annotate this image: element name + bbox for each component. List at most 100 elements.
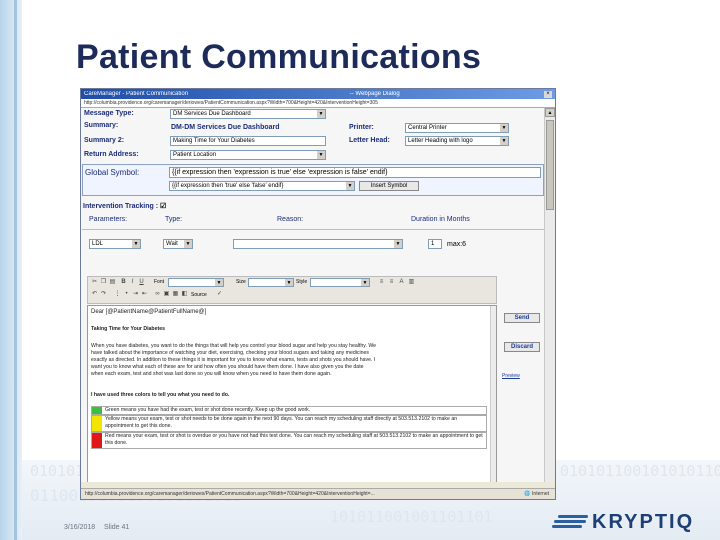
letter-body-line: When you have diabetes, you want to do t… [91, 343, 377, 349]
duration-input[interactable]: 1 [428, 239, 442, 249]
align-center-icon[interactable]: ≡ [388, 279, 395, 286]
reason-label: Reason: [277, 216, 304, 223]
parameters-select[interactable]: LDL [89, 239, 141, 249]
left-bar-stripe [14, 0, 17, 540]
dialog-title: CareManager - Patient Communication -- W… [84, 91, 400, 97]
global-symbol-panel: Global Symbol: {{if expression then 'exp… [82, 164, 544, 196]
duration-max: max:6 [447, 241, 467, 248]
return-address-select[interactable]: Patient Location [170, 150, 326, 160]
copy-icon[interactable]: ❐ [100, 279, 107, 286]
insert-symbol-button[interactable]: Insert Symbol [359, 181, 419, 191]
style-label: Style [296, 279, 308, 285]
legend-swatch [92, 407, 102, 414]
letter-editor[interactable]: Dear [@PatientName@PatientFullName@] Tak… [87, 305, 497, 482]
indent-icon[interactable]: ⇥ [132, 291, 139, 298]
legend-row-red: Red means your exam, test or shot is ove… [91, 432, 487, 449]
status-bar: http://columbia.providence.org/caremanag… [81, 488, 555, 499]
printer-label: Printer: [349, 124, 374, 131]
legend-swatch [92, 433, 102, 448]
underline-icon[interactable]: U [138, 279, 145, 286]
table-icon[interactable]: ▦ [172, 291, 179, 298]
slide-number: Slide 41 [104, 524, 130, 531]
summary2-input[interactable]: Making Time for Your Diabetes [170, 136, 326, 146]
message-type-label: Message Type: [84, 110, 134, 117]
discard-button[interactable]: Discard [504, 342, 540, 352]
binary-decoration: 101011001001101101 [330, 508, 493, 526]
binary-decoration: 01010110010101011011 [560, 462, 720, 480]
slide-date: 3/16/2018 [64, 524, 96, 531]
intervention-checkbox[interactable]: ☑ [160, 203, 166, 210]
type-select[interactable]: Wait [163, 239, 193, 249]
dialog-titlebar[interactable]: CareManager - Patient Communication -- W… [81, 89, 555, 99]
highlight-icon[interactable]: ▥ [408, 279, 415, 286]
status-zone-label: Internet [532, 491, 549, 497]
bullet-list-icon[interactable]: • [123, 291, 130, 298]
align-left-icon[interactable]: ≡ [378, 279, 385, 286]
summary-label: Summary: [84, 122, 119, 129]
section-divider [82, 229, 544, 230]
letter-colors-intro: I have used three colors to tell you wha… [91, 392, 230, 398]
return-address-label: Return Address: [84, 151, 139, 158]
global-symbol-expression[interactable]: {{if expression then 'expression is true… [169, 167, 541, 178]
letter-greeting: Dear [@PatientName@PatientFullName@] [91, 309, 207, 315]
send-button[interactable]: Send [504, 313, 540, 323]
parameters-label: Parameters: [89, 216, 128, 223]
letter-body-line: want you to know what each of these are … [91, 364, 364, 370]
legend-swatch [92, 416, 102, 431]
close-icon[interactable]: × [544, 90, 552, 98]
size-select[interactable] [248, 278, 294, 287]
italic-icon[interactable]: I [129, 279, 136, 286]
reason-select[interactable] [233, 239, 403, 249]
numbered-list-icon[interactable]: ⋮ [114, 291, 121, 298]
slide-left-bar [0, 0, 22, 540]
cut-icon[interactable]: ✂ [91, 279, 98, 286]
source-icon[interactable]: ◧ [181, 291, 188, 298]
letter-heading: Taking Time for Your Diabetes [91, 326, 165, 332]
outdent-icon[interactable]: ⇤ [141, 291, 148, 298]
legend-text: Red means your exam, test or shot is ove… [105, 433, 483, 446]
duration-label: Duration in Months [411, 216, 470, 223]
intervention-tracking-text: Intervention Tracking : [83, 203, 159, 210]
style-select[interactable] [310, 278, 370, 287]
spellcheck-icon[interactable]: ✓ [216, 291, 223, 298]
letter-body-line: have talked about the importance of watc… [91, 350, 369, 356]
font-color-icon[interactable]: A [398, 279, 405, 286]
undo-icon[interactable]: ↶ [91, 291, 98, 298]
size-label: Size [236, 279, 246, 285]
editor-scrollbar[interactable] [490, 306, 496, 482]
patient-communication-dialog: CareManager - Patient Communication -- W… [80, 88, 556, 500]
link-icon[interactable]: ∞ [154, 291, 161, 298]
editor-toolbar: ✂ ❐ ▤ B I U Font Size Style ≡ ≡ A ▥ ↶ ↷ … [87, 276, 497, 304]
legend-row-yellow: Yellow means your exam, test or shot nee… [91, 415, 487, 432]
legend-text: Yellow means your exam, test or shot nee… [105, 416, 458, 429]
address-bar: http://columbia.providence.org/caremanag… [81, 99, 555, 108]
font-label: Font [154, 279, 165, 285]
intervention-tracking-label: Intervention Tracking : ☑ [83, 202, 166, 210]
letterhead-label: Letter Head: [349, 137, 390, 144]
source-button[interactable]: Source [191, 292, 207, 298]
scroll-up-icon[interactable]: ▲ [545, 108, 555, 117]
image-icon[interactable]: ▣ [163, 291, 170, 298]
summary2-label: Summary 2: [84, 137, 125, 144]
slide-title: Patient Communications [76, 38, 482, 76]
paste-icon[interactable]: ▤ [109, 279, 116, 286]
summary-value: DM-DM Services Due Dashboard [171, 124, 280, 131]
global-symbol-select[interactable]: {{if expression then 'true' else 'false'… [169, 181, 355, 191]
letter-body-line: when each exam, test and shot was last d… [91, 371, 332, 377]
internet-zone: 🌐 Internet [524, 491, 549, 497]
dialog-scrollbar[interactable]: ▲ [544, 108, 555, 482]
bold-icon[interactable]: B [120, 279, 127, 286]
scroll-thumb[interactable] [546, 120, 554, 210]
letterhead-select[interactable]: Letter Heading with logo [405, 136, 509, 146]
dialog-content: Message Type: DM Services Due Dashboard … [81, 108, 545, 482]
legend-row-green: Green means you have had the exam, test … [91, 406, 487, 415]
preview-link[interactable]: Preview [502, 373, 520, 379]
kryptiq-logo: KRYPTIQ [552, 507, 702, 537]
font-select[interactable] [168, 278, 224, 287]
letter-body-line: exactly as directed. In addition to thes… [91, 357, 376, 363]
logo-text: KRYPTIQ [592, 510, 695, 533]
message-type-select[interactable]: DM Services Due Dashboard [170, 109, 326, 119]
type-label: Type: [165, 216, 183, 223]
redo-icon[interactable]: ↷ [100, 291, 107, 298]
printer-select[interactable]: Central Printer [405, 123, 509, 133]
